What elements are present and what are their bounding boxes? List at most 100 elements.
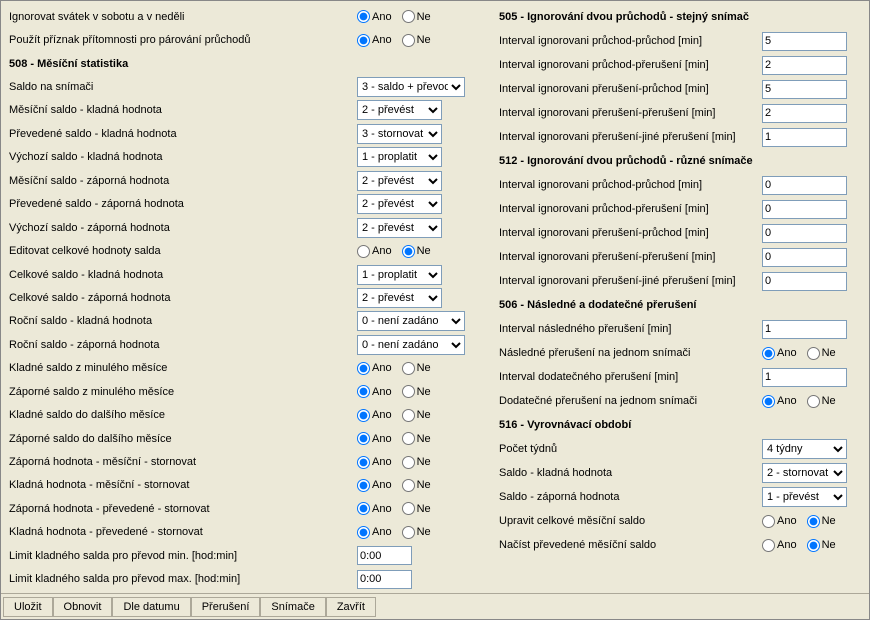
- label-pouzit-priznak: Použít příznak přítomnosti pro párování …: [7, 34, 357, 46]
- label-vych-saldo-klad: Výchozí saldo - kladná hodnota: [7, 151, 357, 163]
- select-mes-saldo-klad[interactable]: 2 - převést: [357, 100, 442, 120]
- readers-button[interactable]: Snímače: [260, 597, 325, 617]
- select-prev-saldo-zap[interactable]: 2 - převést: [357, 194, 442, 214]
- label-klad-hodn-prev-storn: Kladná hodnota - převedené - stornovat: [7, 526, 357, 538]
- content-area: Ignorovat svátek v sobotu a v neděli Ano…: [1, 1, 869, 591]
- label-celk-saldo-klad: Celkové saldo - kladná hodnota: [7, 269, 357, 281]
- label-upravit-celk: Upravit celkové měsíční saldo: [497, 515, 762, 527]
- radio-dod-jed[interactable]: Ano Ne: [762, 395, 852, 408]
- radio-zap-min-mes[interactable]: Ano Ne: [357, 385, 467, 398]
- radio-pouzit-priznak[interactable]: Ano Ne: [357, 34, 467, 47]
- label-int512-rj: Interval ignorovani přerušení-jiné přeru…: [497, 275, 762, 287]
- radio-editovat-celk[interactable]: Ano Ne: [357, 245, 467, 258]
- label-dod-jed: Dodatečné přerušení na jednom snímači: [497, 395, 762, 407]
- radio-klad-hodn-prev-storn[interactable]: Ano Ne: [357, 526, 467, 539]
- select-celk-saldo-zap[interactable]: 2 - převést: [357, 288, 442, 308]
- select-rocni-saldo-klad[interactable]: 0 - není zadáno: [357, 311, 465, 331]
- label-limit-klad-max: Limit kladného salda pro převod max. [ho…: [7, 573, 357, 585]
- label-int512-pprr: Interval ignorovani průchod-přerušení [m…: [497, 203, 762, 215]
- label-zap-min-mes: Záporné saldo z minulého měsíce: [7, 386, 357, 398]
- select-vych-saldo-zap[interactable]: 2 - převést: [357, 218, 442, 238]
- input-int505-rp[interactable]: [762, 80, 847, 99]
- section-508-head: 508 - Měsíční statistika: [7, 58, 357, 70]
- select-celk-saldo-klad[interactable]: 1 - proplatit: [357, 265, 442, 285]
- input-int512-rj[interactable]: [762, 272, 847, 291]
- label-pocet-tydnu: Počet týdnů: [497, 443, 762, 455]
- right-column: 505 - Ignorování dvou průchodů - stejný …: [497, 5, 857, 591]
- select-vych-saldo-klad[interactable]: 1 - proplatit: [357, 147, 442, 167]
- label-limit-klad-min: Limit kladného salda pro převod min. [ho…: [7, 550, 357, 562]
- interrupt-button[interactable]: Přerušení: [191, 597, 261, 617]
- label-mes-saldo-zap: Měsíční saldo - záporná hodnota: [7, 175, 357, 187]
- label-prev-saldo-zap: Převedené saldo - záporná hodnota: [7, 198, 357, 210]
- label-klad-min-mes: Kladné saldo z minulého měsíce: [7, 362, 357, 374]
- label-int512-rr: Interval ignorovani přerušení-přerušení …: [497, 251, 762, 263]
- label-int505-pp: Interval ignorovani průchod-průchod [min…: [497, 35, 762, 47]
- radio-zap-hodn-prev-storn[interactable]: Ano Ne: [357, 502, 467, 515]
- label-saldo-klad: Saldo - kladná hodnota: [497, 467, 762, 479]
- label-rocni-saldo-klad: Roční saldo - kladná hodnota: [7, 315, 357, 327]
- input-int505-pp[interactable]: [762, 32, 847, 51]
- left-column: Ignorovat svátek v sobotu a v neděli Ano…: [7, 5, 497, 591]
- select-prev-saldo-klad[interactable]: 3 - stornovat: [357, 124, 442, 144]
- select-rocni-saldo-zap[interactable]: 0 - není zadáno: [357, 335, 465, 355]
- section-516-head: 516 - Vyrovnávací období: [497, 419, 857, 431]
- label-zap-hodn-mes-storn: Záporná hodnota - měsíční - stornovat: [7, 456, 357, 468]
- label-nacist-prev: Načíst převedené měsíční saldo: [497, 539, 762, 551]
- refresh-button[interactable]: Obnovit: [53, 597, 113, 617]
- input-int512-rp[interactable]: [762, 224, 847, 243]
- input-int505-pprr[interactable]: [762, 56, 847, 75]
- radio-klad-min-mes[interactable]: Ano Ne: [357, 362, 467, 375]
- section-512-head: 512 - Ignorování dvou průchodů - různé s…: [497, 155, 857, 167]
- radio-upravit-celk[interactable]: Ano Ne: [762, 515, 852, 528]
- radio-ne[interactable]: [402, 10, 415, 23]
- close-button[interactable]: Zavřít: [326, 597, 376, 617]
- label-int505-rr: Interval ignorovani přerušení-přerušení …: [497, 107, 762, 119]
- select-saldo-zap[interactable]: 1 - převést: [762, 487, 847, 507]
- input-int-nasl[interactable]: [762, 320, 847, 339]
- label-vych-saldo-zap: Výchozí saldo - záporná hodnota: [7, 222, 357, 234]
- input-int505-rr[interactable]: [762, 104, 847, 123]
- radio-zap-hodn-mes-storn[interactable]: Ano Ne: [357, 456, 467, 469]
- label-int505-rp: Interval ignorovani přerušení-průchod [m…: [497, 83, 762, 95]
- label-nasl-jed: Následné přerušení na jednom snímači: [497, 347, 762, 359]
- section-506-head: 506 - Následné a dodatečné přerušení: [497, 299, 857, 311]
- input-int-dod[interactable]: [762, 368, 847, 387]
- select-saldo-na-snimaci[interactable]: 3 - saldo + převod: [357, 77, 465, 97]
- select-saldo-klad[interactable]: 2 - stornovat: [762, 463, 847, 483]
- radio-zap-dal-mes[interactable]: Ano Ne: [357, 432, 467, 445]
- settings-panel: Ignorovat svátek v sobotu a v neděli Ano…: [0, 0, 870, 620]
- save-button[interactable]: Uložit: [3, 597, 53, 617]
- label-zap-hodn-prev-storn: Záporná hodnota - převedené - stornovat: [7, 503, 357, 515]
- label-celk-saldo-zap: Celkové saldo - záporná hodnota: [7, 292, 357, 304]
- select-mes-saldo-zap[interactable]: 2 - převést: [357, 171, 442, 191]
- label-int512-rp: Interval ignorovani přerušení-průchod [m…: [497, 227, 762, 239]
- label-klad-dal-mes: Kladné saldo do dalšího měsíce: [7, 409, 357, 421]
- label-klad-hodn-mes-storn: Kladná hodnota - měsíční - stornovat: [7, 479, 357, 491]
- input-int505-rj[interactable]: [762, 128, 847, 147]
- input-limit-klad-min[interactable]: [357, 546, 412, 565]
- label-saldo-na-snimaci: Saldo na snímači: [7, 81, 357, 93]
- label-int505-pprr: Interval ignorovani průchod-přerušení [m…: [497, 59, 762, 71]
- by-date-button[interactable]: Dle datumu: [112, 597, 190, 617]
- label-editovat-celk: Editovat celkové hodnoty salda: [7, 245, 357, 257]
- input-int512-pp[interactable]: [762, 176, 847, 195]
- input-limit-klad-max[interactable]: [357, 570, 412, 589]
- label-mes-saldo-klad: Měsíční saldo - kladná hodnota: [7, 104, 357, 116]
- label-rocni-saldo-zap: Roční saldo - záporná hodnota: [7, 339, 357, 351]
- label-int512-pp: Interval ignorovani průchod-průchod [min…: [497, 179, 762, 191]
- input-int512-rr[interactable]: [762, 248, 847, 267]
- radio-klad-dal-mes[interactable]: Ano Ne: [357, 409, 467, 422]
- input-int512-pprr[interactable]: [762, 200, 847, 219]
- label-int-nasl: Interval následného přerušení [min]: [497, 323, 762, 335]
- button-bar: Uložit Obnovit Dle datumu Přerušení Sním…: [1, 593, 869, 619]
- label-prev-saldo-klad: Převedené saldo - kladná hodnota: [7, 128, 357, 140]
- section-505-head: 505 - Ignorování dvou průchodů - stejný …: [497, 11, 857, 23]
- label-ignorovat-svatek: Ignorovat svátek v sobotu a v neděli: [7, 11, 357, 23]
- radio-ano[interactable]: [357, 10, 370, 23]
- select-pocet-tydnu[interactable]: 4 týdny: [762, 439, 847, 459]
- radio-nacist-prev[interactable]: Ano Ne: [762, 539, 852, 552]
- radio-ignorovat-svatek[interactable]: Ano Ne: [357, 10, 467, 23]
- radio-klad-hodn-mes-storn[interactable]: Ano Ne: [357, 479, 467, 492]
- radio-nasl-jed[interactable]: Ano Ne: [762, 347, 852, 360]
